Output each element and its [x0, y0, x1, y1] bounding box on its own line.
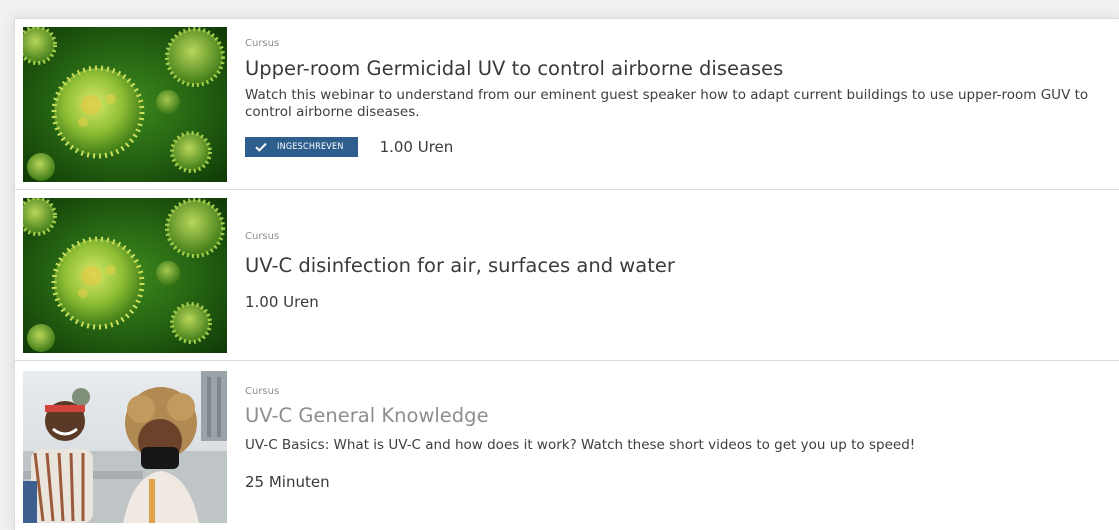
virus-image — [23, 198, 227, 353]
course-thumbnail[interactable] — [23, 27, 227, 182]
course-duration: 25 Minuten — [245, 473, 330, 491]
virus-image — [23, 27, 227, 182]
course-title[interactable]: UV-C disinfection for air, surfaces and … — [245, 254, 1104, 278]
course-type-label: Cursus — [245, 386, 280, 397]
course-meta: 1.00 Uren — [245, 292, 1104, 312]
course-item-upper-room-guv[interactable]: Cursus Upper-room Germicidal UV to contr… — [15, 19, 1119, 190]
course-list: Cursus Upper-room Germicidal UV to contr… — [14, 18, 1119, 530]
course-title[interactable]: Upper-room Germicidal UV to control airb… — [245, 57, 1104, 81]
enrolled-badge: INGESCHREVEN — [245, 137, 358, 157]
course-type-label: Cursus — [245, 231, 280, 242]
course-meta: 25 Minuten — [245, 472, 1104, 492]
course-content: Cursus UV-C General Knowledge UV-C Basic… — [245, 386, 1104, 492]
people-photo — [23, 371, 227, 523]
course-duration: 1.00 Uren — [379, 138, 454, 156]
course-duration: 1.00 Uren — [245, 293, 319, 311]
course-thumbnail[interactable] — [23, 198, 227, 353]
course-content: Cursus Upper-room Germicidal UV to contr… — [245, 38, 1104, 157]
course-description: Watch this webinar to understand from ou… — [245, 87, 1089, 120]
course-item-uvc-general-knowledge[interactable]: Cursus UV-C General Knowledge UV-C Basic… — [15, 361, 1119, 530]
course-meta: INGESCHREVEN 1.00 Uren — [245, 137, 1104, 157]
course-type-label: Cursus — [245, 38, 280, 49]
course-content: Cursus UV-C disinfection for air, surfac… — [245, 231, 1104, 312]
course-description: UV-C Basics: What is UV-C and how does i… — [245, 437, 916, 453]
enrolled-badge-label: INGESCHREVEN — [277, 142, 344, 152]
course-item-uvc-disinfection[interactable]: Cursus UV-C disinfection for air, surfac… — [15, 190, 1119, 361]
check-icon — [255, 142, 267, 152]
course-thumbnail[interactable] — [23, 371, 227, 523]
course-title[interactable]: UV-C General Knowledge — [245, 404, 1104, 428]
